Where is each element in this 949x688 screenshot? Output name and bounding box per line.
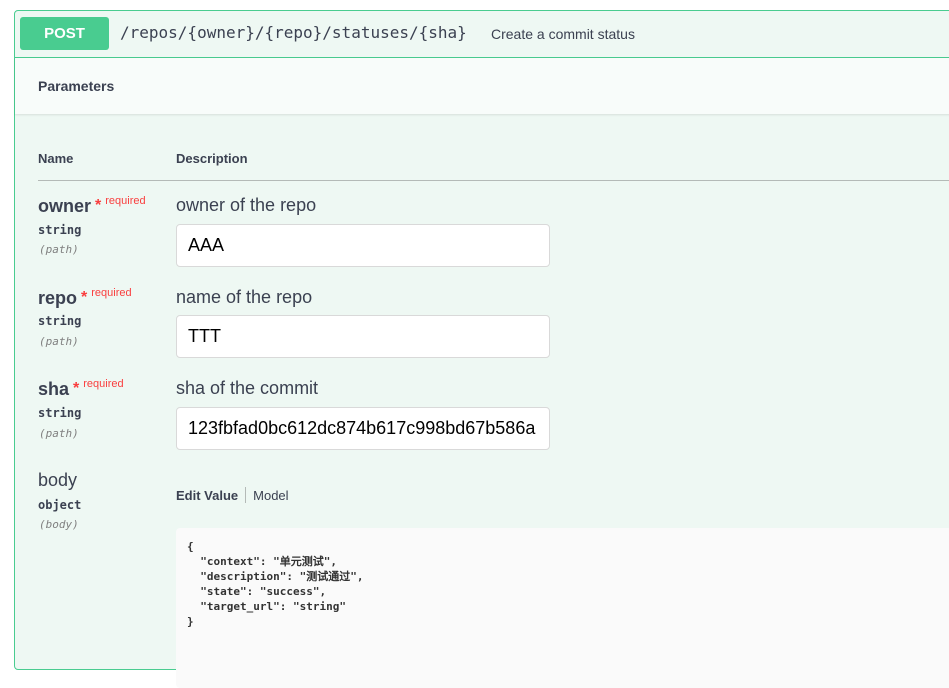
param-name-sha: sha * required xyxy=(38,378,124,400)
param-name-text: sha xyxy=(38,379,70,399)
param-in-sha: (path) xyxy=(39,427,79,440)
param-in-repo: (path) xyxy=(39,335,79,348)
body-json-text[interactable]: { "context": "单元测试", "description": "测试通… xyxy=(187,539,363,629)
required-label: required xyxy=(105,195,146,207)
operation-summary[interactable]: POST /repos/{owner}/{repo}/statuses/{sha… xyxy=(15,11,949,58)
param-type-repo: string xyxy=(38,314,82,328)
param-type-body: object xyxy=(38,498,82,512)
parameters-title: Parameters xyxy=(38,78,115,94)
required-star: * xyxy=(73,380,80,397)
param-description-repo: name of the repo xyxy=(176,287,313,307)
method-badge: POST xyxy=(20,17,109,50)
tab-edit-value[interactable]: Edit Value xyxy=(176,488,238,503)
required-label: required xyxy=(83,378,124,390)
required-star: * xyxy=(95,197,102,214)
param-type-owner: string xyxy=(38,223,82,237)
param-description-sha: sha of the commit xyxy=(176,378,319,398)
header-divider xyxy=(38,180,949,181)
tab-model[interactable]: Model xyxy=(253,488,288,503)
param-description-owner: owner of the repo xyxy=(176,195,317,215)
column-header-name: Name xyxy=(38,151,74,166)
repo-input[interactable]: TTT xyxy=(176,315,550,358)
param-name-text: repo xyxy=(38,288,78,308)
sha-input[interactable]: 123fbfad0bc612dc874b617c998bd67b586a xyxy=(176,407,550,450)
operation-block: POST /repos/{owner}/{repo}/statuses/{sha… xyxy=(14,10,949,688)
param-in-owner: (path) xyxy=(39,243,79,256)
operation-description: Create a commit status xyxy=(491,26,635,42)
owner-input[interactable]: AAA xyxy=(176,224,550,267)
required-star: * xyxy=(81,289,88,306)
body-tabs: Edit Value Model xyxy=(176,487,289,503)
param-name-body: body xyxy=(38,470,78,490)
param-name-text: owner xyxy=(38,196,92,216)
param-name-repo: repo * required xyxy=(38,287,132,309)
body-editor[interactable]: { "context": "单元测试", "description": "测试通… xyxy=(176,528,949,688)
param-in-body: (body) xyxy=(39,518,79,531)
tab-divider xyxy=(245,487,247,503)
endpoint-path: /repos/{owner}/{repo}/statuses/{sha} xyxy=(120,23,467,42)
parameters-header: Parameters xyxy=(15,58,949,114)
param-name-owner: owner * required xyxy=(38,195,146,217)
column-header-description: Description xyxy=(176,151,248,166)
param-type-sha: string xyxy=(38,406,82,420)
required-label: required xyxy=(91,287,132,299)
